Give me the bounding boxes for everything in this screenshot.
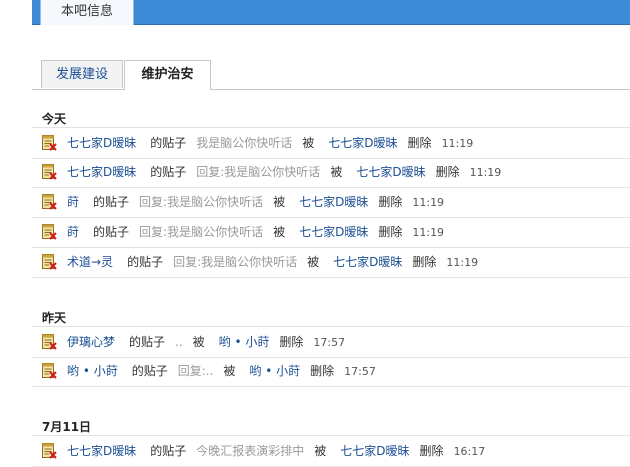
actor-link[interactable]: 七七家D暧昧 bbox=[328, 136, 397, 150]
tab-development[interactable]: 发展建设 bbox=[41, 60, 123, 88]
timestamp: 11:19 bbox=[412, 196, 445, 209]
post-title: 回复:.. bbox=[177, 364, 214, 378]
deleted-post-icon bbox=[41, 224, 57, 240]
action-text: 删除 bbox=[412, 255, 437, 269]
actor-link[interactable]: 七七家D暧昧 bbox=[333, 255, 402, 269]
list-item: 哟 • 小莳 的贴子 回复:.. 被哟 • 小莳 删除 17:57 bbox=[32, 356, 630, 387]
list-item-content: 莳的贴子 回复:我是脑公你快听话被七七家D暧昧 删除 11:19 bbox=[41, 194, 444, 211]
list-item: 术道→灵 的贴子 回复:我是脑公你快听话被七七家D暧昧 删除 11:19 bbox=[32, 247, 630, 278]
deleted-post-icon bbox=[41, 164, 57, 180]
timestamp: 17:57 bbox=[313, 336, 346, 349]
section-title: 7月11日 bbox=[42, 420, 92, 434]
deleted-post-icon bbox=[41, 334, 57, 350]
by-text: 被 bbox=[273, 195, 286, 209]
poster-link[interactable]: 伊璃心梦 bbox=[67, 335, 115, 349]
poster-link[interactable]: 术道→灵 bbox=[67, 255, 113, 269]
actor-link[interactable]: 哟 • 小莳 bbox=[249, 364, 300, 378]
post-title: 回复:我是脑公你快听话 bbox=[139, 225, 264, 239]
by-text: 被 bbox=[330, 165, 343, 179]
tab-forum-info[interactable]: 本吧信息 bbox=[40, 0, 134, 25]
of-post-text: 的贴子 bbox=[150, 165, 187, 179]
by-text: 被 bbox=[307, 255, 320, 269]
list-item-content: 七七家D暧昧 的贴子 我是脑公你快听话被七七家D暧昧 删除 11:19 bbox=[41, 135, 473, 152]
post-title: 回复:我是脑公你快听话 bbox=[173, 255, 298, 269]
list-item-content: 莳的贴子 回复:我是脑公你快听话被七七家D暧昧 删除 11:19 bbox=[41, 224, 444, 241]
post-title: .. bbox=[175, 335, 183, 349]
by-text: 被 bbox=[302, 136, 315, 150]
timestamp: 17:57 bbox=[344, 365, 376, 378]
section-title: 今天 bbox=[42, 112, 67, 126]
post-title: 回复:我是脑公你快听话 bbox=[139, 195, 264, 209]
action-text: 删除 bbox=[435, 165, 460, 179]
of-post-text: 的贴子 bbox=[131, 364, 168, 378]
poster-link[interactable]: 哟 • 小莳 bbox=[67, 364, 118, 378]
post-title: 今晚汇报表演彩排中 bbox=[196, 444, 305, 458]
of-post-text: 的贴子 bbox=[129, 335, 166, 349]
list-item-content: 七七家D暧昧 的贴子 回复:我是脑公你快听话被七七家D暧昧 删除 11:19 bbox=[41, 164, 501, 181]
list-item: 七七家D暧昧 的贴子 我是脑公你快听话被七七家D暧昧 删除 11:19 bbox=[32, 127, 630, 159]
timestamp: 11:19 bbox=[469, 166, 502, 179]
sub-tabs: 发展建设 维护治安 bbox=[32, 60, 630, 90]
of-post-text: 的贴子 bbox=[150, 136, 187, 150]
action-text: 删除 bbox=[378, 225, 403, 239]
actor-link[interactable]: 七七家D暧昧 bbox=[356, 165, 425, 179]
by-text: 被 bbox=[192, 335, 205, 349]
list-item-content: 哟 • 小莳 的贴子 回复:.. 被哟 • 小莳 删除 17:57 bbox=[41, 363, 376, 380]
list-item: 伊璃心梦 的贴子.. 被哟 • 小莳 删除 17:57 bbox=[32, 326, 630, 358]
tab-moderation[interactable]: 维护治安 bbox=[124, 60, 211, 90]
deleted-post-icon bbox=[41, 254, 57, 270]
of-post-text: 的贴子 bbox=[93, 195, 130, 209]
actor-link[interactable]: 哟 • 小莳 bbox=[219, 335, 270, 349]
deleted-post-icon bbox=[41, 363, 57, 379]
actor-link[interactable]: 七七家D暧昧 bbox=[299, 225, 368, 239]
by-text: 被 bbox=[314, 444, 327, 458]
list-item: 莳的贴子 回复:我是脑公你快听话被七七家D暧昧 删除 11:19 bbox=[32, 217, 630, 248]
action-text: 删除 bbox=[279, 335, 304, 349]
timestamp: 11:19 bbox=[412, 226, 445, 239]
list-item-content: 伊璃心梦 的贴子.. 被哟 • 小莳 删除 17:57 bbox=[41, 334, 345, 351]
action-text: 删除 bbox=[407, 136, 432, 150]
actor-link[interactable]: 七七家D暧昧 bbox=[299, 195, 368, 209]
by-text: 被 bbox=[273, 225, 286, 239]
deleted-post-icon bbox=[41, 443, 57, 459]
timestamp: 11:19 bbox=[446, 256, 479, 269]
poster-link[interactable]: 莳 bbox=[67, 195, 79, 209]
poster-link[interactable]: 七七家D暧昧 bbox=[67, 136, 136, 150]
poster-link[interactable]: 七七家D暧昧 bbox=[67, 165, 136, 179]
list-item: 七七家D暧昧 的贴子 回复:我是脑公你快听话被七七家D暧昧 删除 11:19 bbox=[32, 157, 630, 188]
deleted-post-icon bbox=[41, 135, 57, 151]
action-text: 删除 bbox=[378, 195, 403, 209]
deleted-post-icon bbox=[41, 194, 57, 210]
action-text: 删除 bbox=[310, 364, 335, 378]
of-post-text: 的贴子 bbox=[150, 444, 187, 458]
of-post-text: 的贴子 bbox=[127, 255, 164, 269]
of-post-text: 的贴子 bbox=[93, 225, 130, 239]
list-item: 七七家D暧昧 的贴子 今晚汇报表演彩排中被七七家D暧昧 删除 16:17 bbox=[32, 435, 630, 467]
section-title: 昨天 bbox=[42, 311, 67, 325]
timestamp: 11:19 bbox=[441, 137, 474, 150]
poster-link[interactable]: 莳 bbox=[67, 225, 79, 239]
action-text: 删除 bbox=[419, 444, 444, 458]
post-title: 我是脑公你快听话 bbox=[196, 136, 293, 150]
post-title: 回复:我是脑公你快听话 bbox=[196, 165, 321, 179]
poster-link[interactable]: 七七家D暧昧 bbox=[67, 444, 136, 458]
by-text: 被 bbox=[223, 364, 236, 378]
actor-link[interactable]: 七七家D暧昧 bbox=[340, 444, 409, 458]
list-item: 莳的贴子 回复:我是脑公你快听话被七七家D暧昧 删除 11:19 bbox=[32, 187, 630, 218]
list-item-content: 术道→灵 的贴子 回复:我是脑公你快听话被七七家D暧昧 删除 11:19 bbox=[41, 254, 478, 271]
